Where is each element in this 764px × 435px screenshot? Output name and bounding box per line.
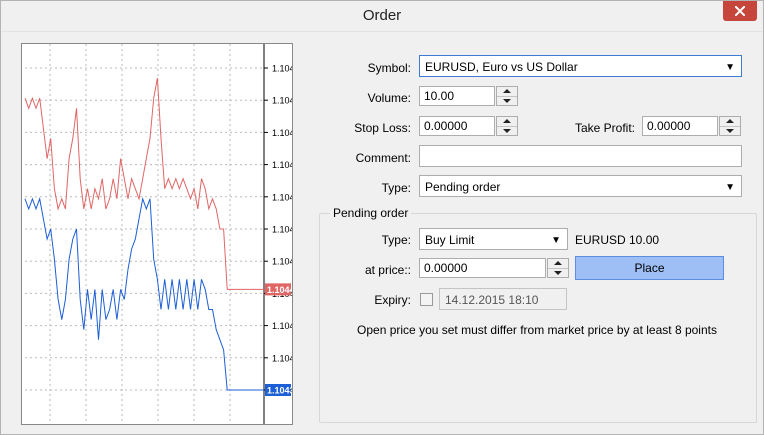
price-chart: 1.10469 1.10466 1.10463 1.10459 1.10456 1.104… <box>21 43 305 425</box>
expiry-checkbox[interactable] <box>420 293 433 306</box>
window-title: Order <box>362 7 402 24</box>
stoploss-input[interactable]: 0.00000 <box>419 116 495 136</box>
dropdown-arrow-icon: ▼ <box>725 62 735 73</box>
tick-label: 1.10443 <box>272 321 292 331</box>
comment-label: Comment: <box>355 151 411 165</box>
pending-group-title: Pending order <box>330 206 412 220</box>
price-note: Open price you set must differ from mark… <box>357 323 717 337</box>
place-button[interactable]: Place <box>575 256 724 280</box>
spin-down-icon[interactable] <box>548 268 568 277</box>
expiry-label: Expiry: <box>374 293 411 307</box>
pending-type-value: Buy Limit <box>425 233 475 247</box>
symbol-label: Symbol: <box>367 61 411 75</box>
tick-label: 1.10459 <box>272 160 292 170</box>
type-label: Type: <box>381 181 411 195</box>
comment-input[interactable] <box>419 145 742 167</box>
price-label: at price:: <box>364 263 411 277</box>
pending-type-label: Type: <box>381 233 411 247</box>
close-button[interactable] <box>723 1 757 21</box>
takeprofit-stepper[interactable] <box>719 116 741 136</box>
chart-canvas: 1.10469 1.10466 1.10463 1.10459 1.10456 1.104… <box>24 44 305 424</box>
symbol-select[interactable]: EURUSD, Euro vs US Dollar ▼ <box>419 55 742 77</box>
takeprofit-label: Take Profit: <box>574 121 635 135</box>
spin-down-icon[interactable] <box>497 96 517 105</box>
close-icon <box>735 6 745 16</box>
ask-line <box>24 78 264 290</box>
dropdown-arrow-icon: ▼ <box>725 182 735 193</box>
tick-label: 1.10466 <box>272 96 292 106</box>
volume-input[interactable]: 10.00 <box>419 86 495 106</box>
tick-label: 1.10463 <box>272 128 292 138</box>
tick-label: 1.10456 <box>272 192 292 202</box>
takeprofit-input[interactable]: 0.00000 <box>642 116 718 136</box>
stoploss-stepper[interactable] <box>496 116 518 136</box>
stoploss-label: Stop Loss: <box>354 121 411 135</box>
volume-stepper[interactable] <box>496 86 518 106</box>
order-type-value: Pending order <box>425 180 501 194</box>
tick-label: 1.10450 <box>272 257 292 267</box>
tick-label: 1.10440 <box>272 353 292 363</box>
price-input[interactable]: 0.00000 <box>419 258 546 278</box>
price-stepper[interactable] <box>547 258 569 278</box>
volume-label: Volume: <box>367 91 411 105</box>
bid-line <box>24 196 264 391</box>
bid-price-tag: 1.10437 <box>267 386 292 396</box>
pending-type-select[interactable]: Buy Limit ▼ <box>419 228 568 250</box>
title-bar: Order <box>1 1 763 32</box>
order-window: Order 1.10469 1.10466 1.10463 1.10459 1.1045… <box>0 0 764 435</box>
ask-price-tag: 1.10447 <box>267 285 292 295</box>
spin-down-icon[interactable] <box>497 126 517 135</box>
symbol-value: EURUSD, Euro vs US Dollar <box>425 60 578 74</box>
expiry-input[interactable]: 14.12.2015 18:10 <box>439 288 567 310</box>
order-type-select[interactable]: Pending order ▼ <box>419 175 742 197</box>
pending-summary: EURUSD 10.00 <box>575 233 660 247</box>
spin-down-icon[interactable] <box>720 126 740 135</box>
tick-label: 1.10453 <box>272 225 292 235</box>
dropdown-arrow-icon: ▼ <box>551 235 561 246</box>
tick-label: 1.10469 <box>272 64 292 74</box>
